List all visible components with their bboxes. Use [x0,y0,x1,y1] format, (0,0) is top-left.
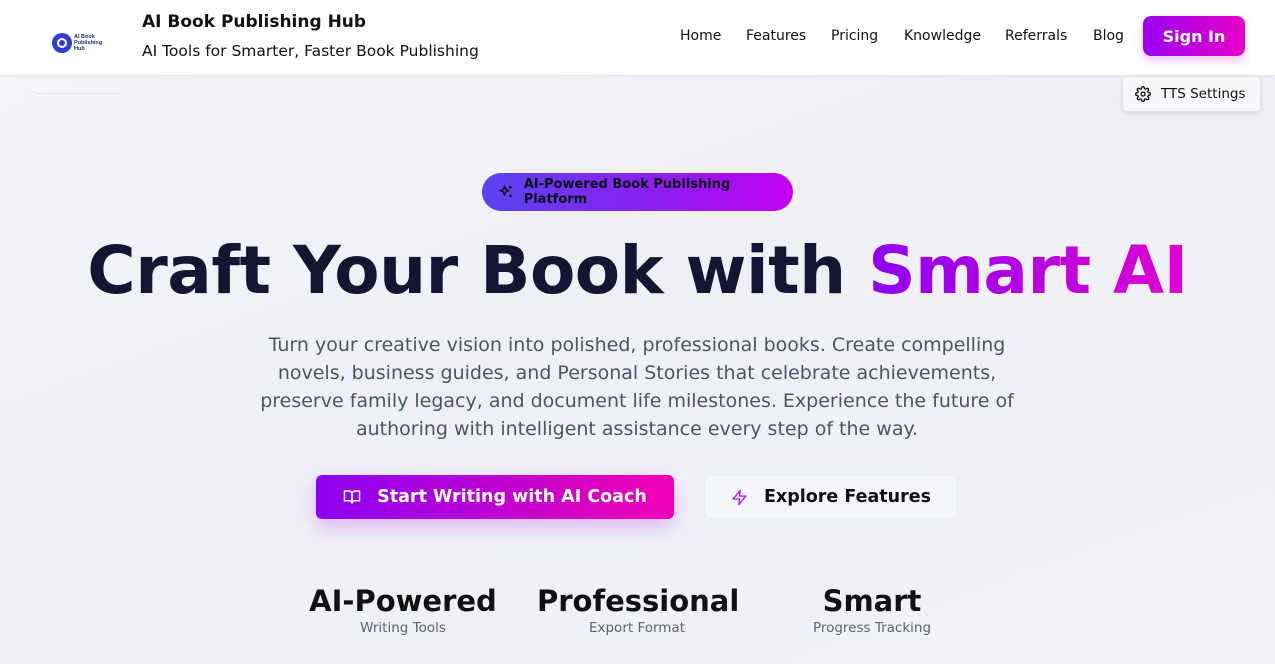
stat-subtitle: Writing Tools [360,620,446,636]
stat-title: Smart [822,584,922,618]
tts-settings-button[interactable]: TTS Settings [1123,77,1260,111]
nav-referrals[interactable]: Referrals [1005,28,1067,44]
explore-features-label: Explore Features [763,487,932,507]
stat-professional: Professional Export Format [537,584,740,636]
sign-in-button[interactable]: Sign In [1143,16,1245,56]
nav-home[interactable]: Home [680,28,721,44]
site-header: AI Book Publishing Hub AI Book Publishin… [0,0,1275,76]
badge-label: AI-Powered Book Publishing Platform [523,177,731,207]
stat-smart: Smart Progress Tracking [772,584,972,636]
brand-subtitle: AI Tools for Smarter, Faster Book Publis… [142,42,479,60]
logo-icon [52,33,72,53]
nav-features[interactable]: Features [746,28,806,44]
start-writing-button[interactable]: Start Writing with AI Coach [316,475,674,519]
stat-ai-powered: AI-Powered Writing Tools [303,584,503,636]
nav-blog[interactable]: Blog [1093,28,1124,44]
book-open-icon [343,490,361,504]
logo[interactable]: AI Book Publishing Hub [52,31,106,55]
stat-title: AI-Powered [309,584,497,618]
faint-tab-outline [30,78,126,94]
platform-badge: AI-Powered Book Publishing Platform [482,173,793,211]
stat-title: Professional [537,584,740,618]
tts-settings-label: TTS Settings [1161,86,1246,102]
stat-subtitle: Export Format [588,620,686,636]
gear-icon [1135,86,1151,102]
explore-features-button[interactable]: Explore Features [704,475,958,519]
nav-knowledge[interactable]: Knowledge [904,28,981,44]
headline-accent: Smart AI [868,232,1188,309]
nav-pricing[interactable]: Pricing [831,28,878,44]
headline-main: Craft Your Book with [87,232,869,309]
stat-subtitle: Progress Tracking [812,620,932,636]
hero-description: Turn your creative vision into polished,… [260,334,1014,440]
brand-title: AI Book Publishing Hub [142,12,367,32]
sparkles-icon [499,185,512,198]
logo-text: AI Book Publishing Hub [74,34,103,52]
start-writing-label: Start Writing with AI Coach [377,487,647,507]
lightning-icon [732,489,747,505]
hero-headline: Craft Your Book with Smart AI [0,232,1275,309]
